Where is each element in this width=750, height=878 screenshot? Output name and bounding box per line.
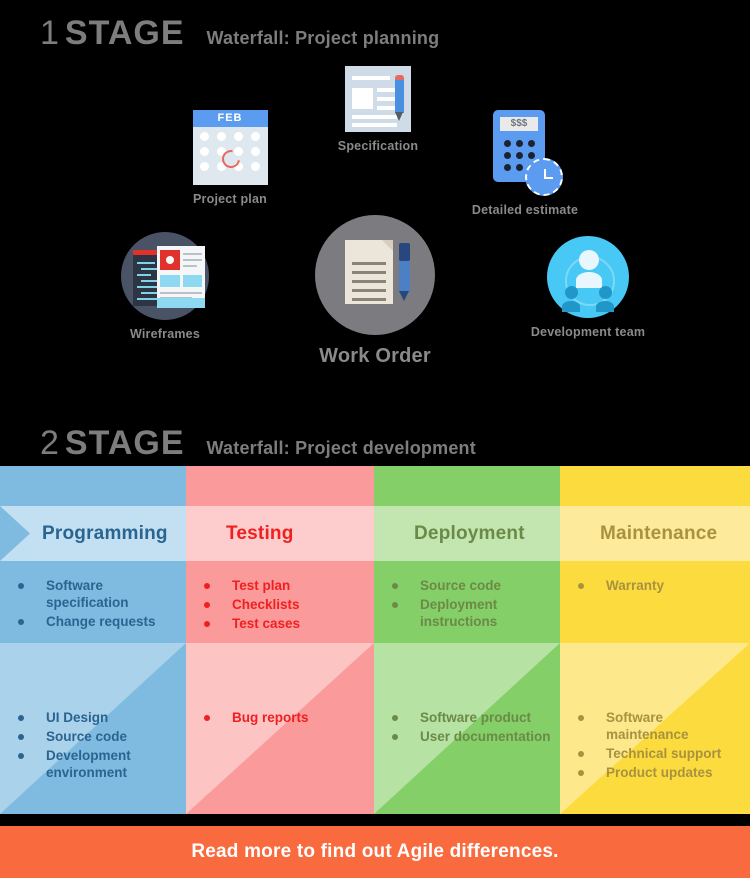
calendar-icon: FEB	[192, 110, 268, 185]
upper-item-list: Test plan Checklists Test cases	[200, 577, 366, 634]
column-title: Deployment	[414, 522, 525, 544]
icon-label-work-order: Work Order	[319, 345, 431, 367]
lower-item-list: Software product User documentation	[388, 709, 552, 747]
gear-icon	[160, 250, 180, 270]
stage2-subtitle: Waterfall: Project development	[206, 438, 476, 458]
list-item: Technical support	[574, 745, 742, 762]
column-band-lower: Software product User documentation	[374, 643, 560, 814]
list-item: Deployment instructions	[388, 596, 552, 630]
list-item: Software specification	[14, 577, 178, 611]
infographic-page: 1 STAGE Waterfall: Project planning FEB P…	[0, 0, 750, 878]
list-item: Software maintenance	[574, 709, 742, 743]
stage2-word: STAGE	[64, 424, 185, 462]
column-band-top	[560, 466, 750, 506]
column-programming[interactable]: Programming Software specification Change…	[0, 466, 186, 814]
person-member-1	[562, 286, 580, 312]
column-band-upper: Test plan Checklists Test cases	[186, 561, 374, 643]
person-lead	[576, 250, 602, 288]
column-band-lower: Software maintenance Technical support Pro…	[560, 643, 750, 814]
list-item: Bug reports	[200, 709, 366, 726]
upper-item-list: Source code Deployment instructions	[388, 577, 552, 632]
column-band-top	[186, 466, 374, 506]
icon-cell-wireframes: Wireframes	[95, 232, 235, 341]
upper-item-list: Warranty	[574, 577, 742, 596]
list-item: Source code	[14, 728, 178, 745]
list-item: Product updates	[574, 764, 742, 781]
column-band-top	[0, 466, 186, 506]
list-item: Change requests	[14, 613, 178, 630]
calculator-screen: $$$	[500, 117, 538, 131]
list-item: Test plan	[200, 577, 366, 594]
icon-cell-specification: Specification	[308, 66, 448, 153]
icon-label-development-team: Development team	[530, 325, 646, 339]
column-title: Testing	[226, 522, 294, 544]
lower-item-list: Bug reports	[200, 709, 366, 728]
pen-icon	[399, 243, 410, 301]
column-maintenance[interactable]: Maintenance Warranty Software maintenanc…	[560, 466, 750, 814]
list-item: Development environment	[14, 747, 178, 781]
column-title: Maintenance	[600, 522, 718, 544]
column-header: Testing	[186, 506, 374, 561]
column-testing[interactable]: Testing Test plan Checklists Test cases Bu…	[186, 466, 374, 814]
lower-item-list: UI Design Source code Development environm…	[14, 709, 178, 783]
stage2-number: 2	[40, 424, 60, 462]
calendar-month-label: FEB	[192, 110, 268, 127]
stage2-heading: 2 STAGE Waterfall: Project development	[40, 424, 476, 463]
column-band-top	[374, 466, 560, 506]
footer-banner[interactable]: Read more to find out Agile differences.	[0, 826, 750, 878]
icon-label-specification: Specification	[337, 139, 419, 153]
chevron-notch-icon	[0, 506, 30, 561]
column-band-upper: Software specification Change requests	[0, 561, 186, 643]
list-item: Software product	[388, 709, 552, 726]
document-icon	[345, 240, 393, 304]
column-band-upper: Source code Deployment instructions	[374, 561, 560, 643]
icon-label-project-plan: Project plan	[193, 192, 267, 206]
clock-icon	[525, 158, 563, 196]
list-item: Warranty	[574, 577, 742, 594]
stage1-number: 1	[40, 14, 60, 52]
column-title: Programming	[42, 522, 168, 544]
footer-text: Read more to find out Agile differences.	[191, 841, 559, 862]
stage2-columns: Programming Software specification Change…	[0, 466, 750, 814]
pencil-icon	[395, 75, 404, 121]
list-item: Test cases	[200, 615, 366, 632]
column-band-lower: UI Design Source code Development environm…	[0, 643, 186, 814]
stage2-table: Programming Software specification Change…	[0, 466, 750, 814]
stage1-number-word: 1 STAGE	[40, 14, 185, 53]
column-header: Deployment	[374, 506, 560, 561]
icon-label-wireframes: Wireframes	[130, 327, 200, 341]
list-item: Checklists	[200, 596, 366, 613]
icon-cell-development-team: Development team	[518, 236, 658, 339]
stage1-heading: 1 STAGE Waterfall: Project planning	[40, 14, 439, 53]
calculator-clock-icon: $$$	[487, 110, 563, 196]
icon-label-detailed-estimate: Detailed estimate	[471, 203, 579, 217]
diagonal-accent	[186, 643, 374, 814]
list-item: User documentation	[388, 728, 552, 745]
card-footer	[157, 298, 205, 308]
list-item: UI Design	[14, 709, 178, 726]
column-band-lower: Bug reports	[186, 643, 374, 814]
mockup-card	[157, 246, 205, 308]
column-band-upper: Warranty	[560, 561, 750, 643]
person-member-2	[596, 286, 614, 312]
specification-document-icon	[345, 66, 411, 132]
work-order-icon	[315, 215, 435, 335]
icon-cell-work-order: Work Order	[305, 215, 445, 368]
stage1-word: STAGE	[64, 14, 185, 52]
stage2-number-word: 2 STAGE	[40, 424, 185, 463]
upper-item-list: Software specification Change requests	[14, 577, 178, 632]
icon-cell-detailed-estimate: $$$ Detailed estimate	[455, 110, 595, 217]
development-team-icon	[547, 236, 629, 318]
wireframes-icon	[121, 232, 209, 320]
column-deployment[interactable]: Deployment Source code Deployment instruc…	[374, 466, 560, 814]
lower-item-list: Software maintenance Technical support Pro…	[574, 709, 742, 783]
arrow-point-icon	[717, 506, 750, 561]
stage1-subtitle: Waterfall: Project planning	[206, 28, 440, 48]
icon-cell-project-plan: FEB Project plan	[160, 110, 300, 206]
list-item: Source code	[388, 577, 552, 594]
